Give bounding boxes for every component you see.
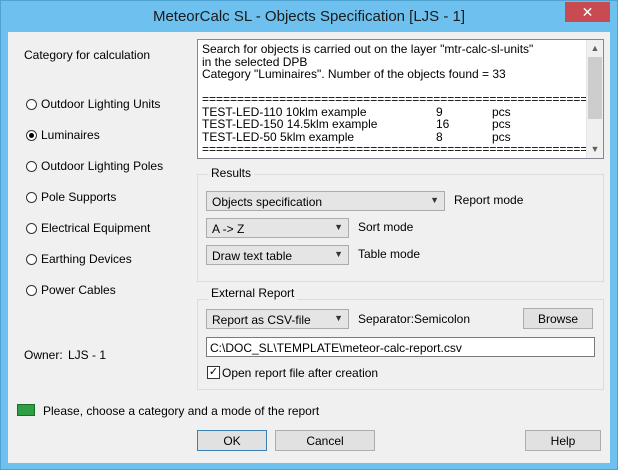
category-radio[interactable]	[26, 99, 37, 110]
separator-value: Semicolon	[414, 312, 471, 326]
status-indicator-icon	[17, 404, 35, 416]
category-radio-label[interactable]: Pole Supports	[41, 190, 116, 204]
cancel-button[interactable]: Cancel	[275, 430, 375, 451]
owner-value: LJS - 1	[68, 348, 107, 362]
category-radio[interactable]	[26, 161, 37, 172]
category-radio[interactable]	[26, 130, 37, 141]
ok-button-label: OK	[223, 434, 241, 448]
report-mode-select[interactable]: Objects specification ▼	[206, 191, 445, 211]
close-icon: ✕	[581, 4, 594, 20]
browse-button-label: Browse	[537, 312, 578, 326]
help-button[interactable]: Help	[525, 430, 601, 451]
scroll-thumb[interactable]	[588, 57, 602, 119]
category-label: Category for calculation	[24, 48, 151, 62]
report-path-value: C:\DOC_SL\TEMPLATE\meteor-calc-report.cs…	[210, 341, 462, 355]
checkmark-icon: ✓	[208, 366, 219, 378]
help-button-label: Help	[550, 434, 576, 448]
window-title: MeteorCalc SL - Objects Specification [L…	[152, 8, 466, 25]
sort-mode-select[interactable]: A -> Z ▼	[206, 218, 349, 238]
category-radio-label[interactable]: Outdoor Lighting Poles	[41, 159, 163, 173]
search-output-textarea[interactable]: Search for objects is carried out on the…	[197, 39, 604, 159]
report-path-input[interactable]: C:\DOC_SL\TEMPLATE\meteor-calc-report.cs…	[206, 337, 595, 357]
search-output-footer: ========================================…	[202, 142, 595, 156]
category-radio[interactable]	[26, 192, 37, 203]
browse-button[interactable]: Browse	[523, 308, 593, 329]
search-output-line: Category "Luminaires". Number of the obj…	[202, 67, 506, 81]
external-report-group-title: External Report	[208, 286, 298, 300]
open-after-checkbox[interactable]: ✓	[207, 366, 220, 379]
dialog-window: MeteorCalc SL - Objects Specification [L…	[0, 0, 618, 470]
open-after-label: Open report file after creation	[222, 366, 379, 380]
status-message: Please, choose a category and a mode of …	[43, 404, 320, 418]
results-group-title: Results	[208, 166, 255, 180]
close-button[interactable]: ✕	[565, 2, 610, 22]
category-radio-label[interactable]: Luminaires	[41, 128, 100, 142]
category-radio-label[interactable]: Electrical Equipment	[41, 221, 150, 235]
category-radio[interactable]	[26, 223, 37, 234]
category-radio[interactable]	[26, 254, 37, 265]
report-mode-label: Report mode	[454, 193, 524, 207]
ok-button[interactable]: OK	[197, 430, 267, 451]
chevron-down-icon: ▼	[430, 195, 439, 205]
title-bar[interactable]: MeteorCalc SL - Objects Specification [L…	[1, 1, 617, 32]
cancel-button-label: Cancel	[306, 434, 344, 448]
sort-mode-label: Sort mode	[358, 220, 414, 234]
table-mode-value: Draw text table	[212, 249, 293, 263]
category-radio-label[interactable]: Earthing Devices	[41, 252, 132, 266]
separator-label: Separator:	[358, 312, 415, 326]
category-radio-label[interactable]: Power Cables	[41, 283, 116, 297]
vertical-scrollbar[interactable]: ▲ ▼	[586, 40, 603, 158]
scroll-up-icon[interactable]: ▲	[587, 40, 603, 57]
scroll-down-icon[interactable]: ▼	[587, 141, 603, 158]
report-mode-value: Objects specification	[212, 195, 323, 209]
sort-mode-value: A -> Z	[212, 222, 245, 236]
owner-label: Owner:	[24, 348, 63, 362]
table-mode-label: Table mode	[358, 247, 421, 261]
report-format-select[interactable]: Report as CSV-file ▼	[206, 309, 349, 329]
report-format-value: Report as CSV-file	[212, 313, 311, 327]
table-mode-select[interactable]: Draw text table ▼	[206, 245, 349, 265]
chevron-down-icon: ▼	[334, 249, 343, 259]
dialog-client-area: Category for calculation Outdoor Lightin…	[8, 32, 610, 463]
chevron-down-icon: ▼	[334, 222, 343, 232]
category-radio-label[interactable]: Outdoor Lighting Units	[41, 97, 160, 111]
category-radio[interactable]	[26, 285, 37, 296]
chevron-down-icon: ▼	[334, 313, 343, 323]
